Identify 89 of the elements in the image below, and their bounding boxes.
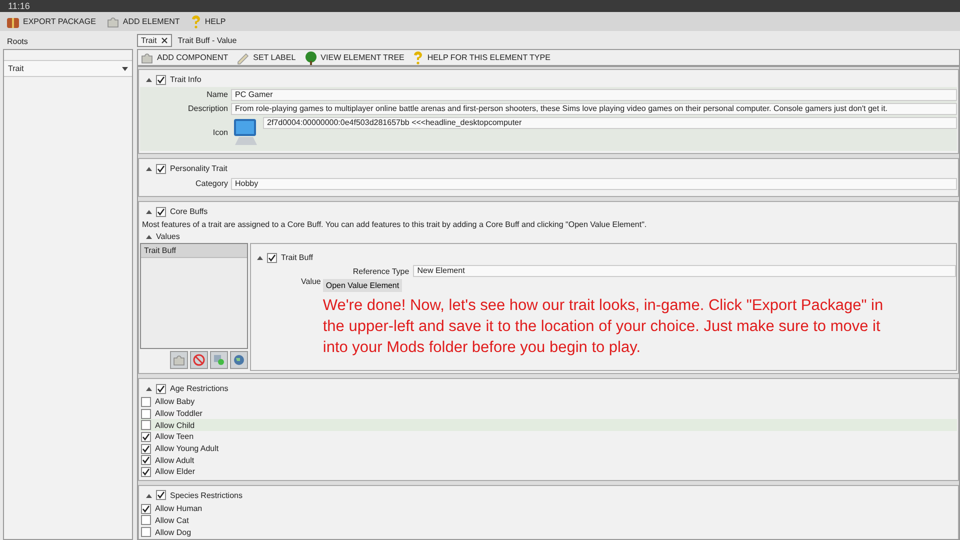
option-row[interactable]: Allow Human xyxy=(140,502,957,514)
field-label: Description xyxy=(186,103,228,115)
field-label: Reference Type xyxy=(352,266,410,276)
section-title: Values xyxy=(156,232,180,241)
tab[interactable]: Trait Buff - Value xyxy=(174,34,241,47)
panel-title: Roots xyxy=(6,36,29,48)
checkbox[interactable] xyxy=(156,164,166,174)
checkbox[interactable] xyxy=(141,444,151,454)
checkbox[interactable] xyxy=(141,515,151,526)
checkbox[interactable] xyxy=(141,396,151,407)
option-row[interactable]: Allow Cat xyxy=(140,514,957,526)
help-icon xyxy=(412,50,424,64)
tab[interactable]: Trait xyxy=(137,34,172,47)
section-title: Age Restrictions xyxy=(170,384,228,393)
option-label: Allow Adult xyxy=(155,456,194,465)
toolbar-button[interactable]: ADD ELEMENT xyxy=(104,14,182,28)
globe-icon xyxy=(233,354,245,366)
description-text: Most features of a trait are assigned to a Core Buff. You can add features to this trait by adding a Core Buff and clicking "Open Value Element". xyxy=(141,219,648,230)
close-icon[interactable] xyxy=(160,37,168,44)
toolbar-button[interactable]: EXPORT PACKAGE xyxy=(4,14,98,28)
option-row[interactable]: Allow Elder xyxy=(140,466,957,478)
collapse-icon[interactable] xyxy=(146,209,152,214)
reference-type-field[interactable]: New Element xyxy=(413,265,956,277)
option-label: Allow Cat xyxy=(155,516,189,525)
option-row[interactable]: Allow Young Adult xyxy=(140,442,957,454)
toolbar-button[interactable]: ADD COMPONENT xyxy=(138,50,230,64)
section-title: Trait Info xyxy=(170,75,202,84)
field-label: Category xyxy=(194,178,228,190)
checkbox[interactable] xyxy=(156,384,166,394)
section-title: Trait Buff xyxy=(281,253,314,262)
checkbox[interactable] xyxy=(156,74,166,84)
checkbox[interactable] xyxy=(141,420,151,430)
option-label: Allow Teen xyxy=(155,432,194,442)
list-tool-button[interactable] xyxy=(190,351,208,369)
option-row[interactable]: Allow Teen xyxy=(140,431,957,443)
prohibited-icon xyxy=(193,354,205,366)
checkbox[interactable] xyxy=(156,206,166,216)
toolbar-button[interactable]: HELP xyxy=(188,14,228,28)
toolbar-button[interactable]: VIEW ELEMENT TREE xyxy=(302,50,406,64)
option-label: Allow Human xyxy=(155,504,202,514)
collapse-icon[interactable] xyxy=(146,386,152,391)
section-title: Personality Trait xyxy=(170,164,228,173)
option-row[interactable]: Allow Adult xyxy=(140,454,957,466)
open-value-element-button[interactable]: Open Value Element xyxy=(322,279,402,292)
dropdown[interactable]: Trait xyxy=(4,60,132,77)
option-row[interactable]: Allow Dog xyxy=(140,526,957,538)
clock: 11:16 xyxy=(8,1,30,11)
field-label: Name xyxy=(206,89,228,101)
annotation-text: We're done! Now, let's see how our trait looks, in-game. Click "Export Package" in the upper-left and save it to the location of your choice. Just make sure to move it into your Mods folder before you begin to play. xyxy=(322,296,884,358)
toolbar-button[interactable]: SET LABEL xyxy=(234,50,298,64)
tab-label: Trait xyxy=(141,36,157,45)
collapse-icon[interactable] xyxy=(146,166,152,171)
category-field[interactable]: Hobby xyxy=(231,178,957,190)
section-title: Core Buffs xyxy=(170,207,208,216)
list-item[interactable]: Trait Buff xyxy=(141,244,247,258)
checkbox[interactable] xyxy=(156,490,166,500)
field-label: Icon xyxy=(212,126,228,138)
option-label: Allow Dog xyxy=(155,528,192,537)
collapse-icon[interactable] xyxy=(146,234,152,239)
option-row[interactable]: Allow Child xyxy=(140,419,957,432)
icon-key-field[interactable]: 2f7d0004:00000000:0e4f503d281657bb <<<headline_desktopcomputer xyxy=(263,117,957,129)
checkbox[interactable] xyxy=(141,527,151,538)
option-row[interactable]: Allow Baby xyxy=(140,396,957,408)
option-row[interactable]: Allow Toddler xyxy=(140,408,957,420)
option-label: Allow Elder xyxy=(155,467,196,476)
name-field[interactable]: PC Gamer xyxy=(231,89,957,101)
list-tool-button[interactable] xyxy=(230,351,248,369)
toolbar-button[interactable]: HELP FOR THIS ELEMENT TYPE xyxy=(410,50,552,64)
tree-icon xyxy=(304,50,318,64)
option-label: Allow Young Adult xyxy=(155,444,219,454)
option-label: Allow Child xyxy=(155,420,195,430)
help-icon xyxy=(190,14,202,28)
description-field[interactable]: From role-playing games to multiplayer online battle arenas and first-person shooters, these Sims love playing video games on their personal computer. Console gamers just don't get it. xyxy=(231,103,957,115)
checkbox[interactable] xyxy=(141,504,151,514)
collapse-icon[interactable] xyxy=(146,77,152,82)
tab-label: Trait Buff - Value xyxy=(178,36,237,45)
checkbox[interactable] xyxy=(141,455,151,466)
option-label: Allow Baby xyxy=(155,397,195,406)
field-label: Value xyxy=(301,276,321,288)
edit-icon xyxy=(213,354,225,366)
checkbox[interactable] xyxy=(267,252,277,262)
checkbox[interactable] xyxy=(141,466,151,477)
section-title: Species Restrictions xyxy=(170,490,242,500)
collapse-icon[interactable] xyxy=(257,255,263,260)
dropdown-arrow-icon xyxy=(122,66,128,70)
checkbox[interactable] xyxy=(141,432,151,442)
collapse-icon[interactable] xyxy=(146,492,152,498)
checkbox[interactable] xyxy=(141,408,151,419)
option-label: Allow Toddler xyxy=(155,409,202,418)
